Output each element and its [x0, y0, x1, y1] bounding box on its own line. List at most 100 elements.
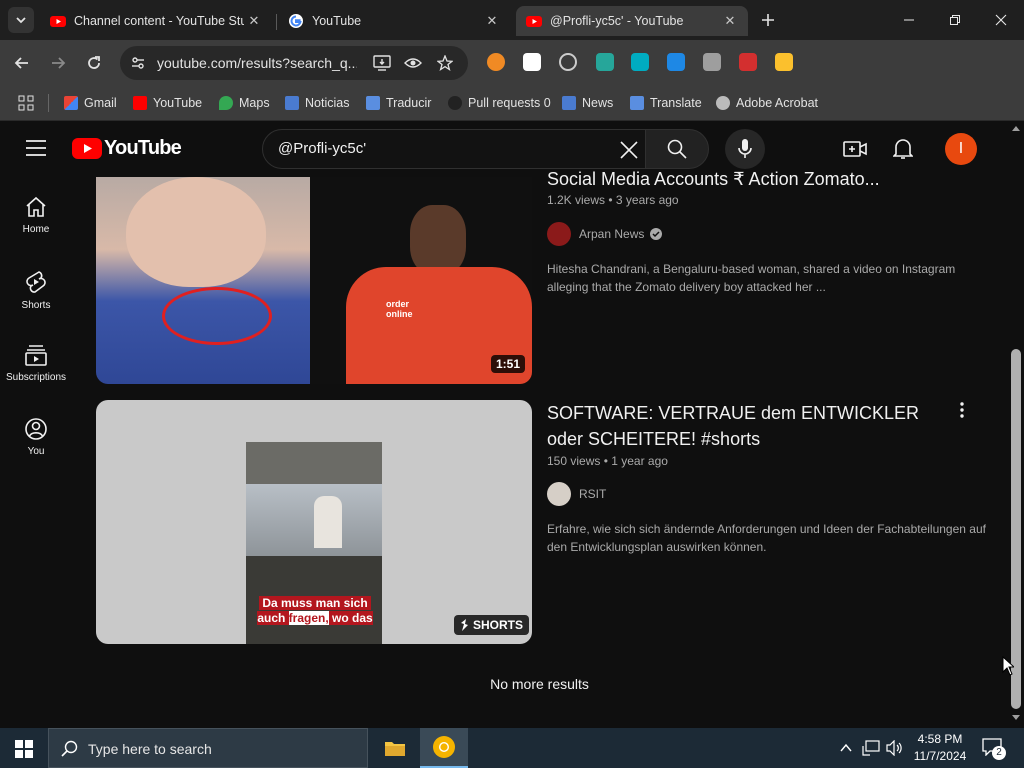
video-title[interactable]: SOFTWARE: VERTRAUE dem ENTWICKLER oder S…	[547, 400, 947, 452]
file-explorer-icon	[385, 742, 405, 756]
reload-button[interactable]	[80, 49, 108, 77]
end-of-results-text: No more results	[490, 676, 589, 692]
chrome-canary-icon	[433, 736, 455, 758]
voice-search-button[interactable]	[725, 129, 765, 169]
channel-name: RSIT	[579, 487, 607, 501]
taskbar-search-box[interactable]: Type here to search	[48, 728, 368, 768]
maps-pin-icon	[219, 96, 233, 110]
channel-link[interactable]: RSIT	[547, 482, 606, 506]
eye-icon[interactable]	[404, 55, 422, 71]
tab-title: Channel content - YouTube Stu	[74, 14, 244, 28]
create-video-icon[interactable]	[843, 138, 867, 160]
extension-icon[interactable]	[631, 53, 649, 71]
video-description: Erfahre, wie sich sich ändernde Anforder…	[547, 522, 986, 554]
scrollbar-thumb[interactable]	[1011, 349, 1021, 709]
sidebar-label: You	[27, 446, 45, 457]
taskbar-chrome-canary[interactable]	[420, 728, 468, 768]
bookmark-label: Noticias	[305, 96, 350, 110]
sidebar-item-you[interactable]: You	[0, 418, 72, 488]
forward-button[interactable]	[44, 49, 72, 77]
extension-icon[interactable]	[775, 53, 793, 71]
tab-close-icon[interactable]: ✕	[720, 13, 740, 29]
sidebar-item-shorts[interactable]: Shorts	[0, 270, 72, 340]
arrow-right-icon	[52, 57, 66, 69]
hamburger-menu-icon[interactable]	[26, 140, 46, 156]
network-icon[interactable]	[862, 740, 880, 756]
site-settings-icon[interactable]	[130, 55, 146, 71]
search-input[interactable]: @Profli-yc5c'	[278, 140, 366, 157]
address-bar[interactable]: youtube.com/results?search_q...	[120, 46, 468, 80]
scroll-up-arrow-icon[interactable]	[1011, 124, 1021, 132]
install-app-icon[interactable]	[373, 55, 391, 71]
bookmark-label: YouTube	[153, 96, 203, 110]
bookmark-youtube[interactable]: YouTube	[133, 93, 202, 113]
youtube-icon	[133, 96, 147, 110]
bookmark-label: Translate	[650, 96, 702, 110]
bookmark-news[interactable]: News	[562, 93, 613, 113]
bookmark-maps[interactable]: Maps	[219, 93, 270, 113]
sidebar-item-subscriptions[interactable]: Subscriptions	[0, 344, 72, 414]
bookmark-noticias[interactable]: Noticias	[285, 93, 349, 113]
video-title[interactable]: Social Media Accounts ₹ Action Zomato...	[547, 166, 987, 192]
volume-icon[interactable]	[886, 740, 904, 756]
bookmark-translate[interactable]: Translate	[630, 93, 702, 113]
search-box[interactable]: @Profli-yc5c'	[262, 129, 646, 169]
bookmark-label: Pull requests 0	[468, 96, 551, 110]
browser-tab[interactable]: YouTube ✕	[278, 6, 510, 36]
tab-search-button[interactable]	[8, 7, 34, 33]
you-icon	[25, 418, 47, 440]
extension-icon[interactable]	[559, 53, 577, 71]
bookmark-label: Maps	[239, 96, 270, 110]
bookmark-traducir[interactable]: Traducir	[366, 93, 431, 113]
bookmark-gmail[interactable]: Gmail	[64, 93, 117, 113]
video-thumbnail[interactable]: order online 1:51	[96, 177, 532, 384]
gmail-icon	[64, 96, 78, 110]
browser-tab[interactable]: Channel content - YouTube Stu ✕	[40, 6, 272, 36]
more-actions-icon[interactable]	[958, 402, 966, 418]
clock-date: 11/7/2024	[913, 749, 967, 763]
close-window-button[interactable]	[978, 0, 1024, 40]
minimize-button[interactable]	[886, 0, 932, 40]
browser-tab-active[interactable]: @Profli-yc5c' - YouTube ✕	[516, 6, 748, 36]
bookmark-label: Traducir	[386, 96, 432, 110]
extension-icon[interactable]	[667, 53, 685, 71]
extension-icon[interactable]	[487, 53, 505, 71]
channel-name: Arpan News	[579, 227, 645, 241]
apps-grid-icon[interactable]	[18, 95, 34, 111]
extension-icon[interactable]	[739, 53, 757, 71]
back-button[interactable]	[8, 49, 36, 77]
extension-icon[interactable]	[523, 53, 541, 71]
new-tab-button[interactable]	[756, 8, 780, 32]
sidebar-item-home[interactable]: Home	[0, 196, 72, 266]
video-meta: 150 views • 1 year ago	[547, 454, 668, 468]
account-avatar[interactable]: I	[945, 133, 977, 165]
search-button[interactable]	[645, 129, 709, 169]
tab-close-icon[interactable]: ✕	[482, 13, 502, 29]
microphone-icon	[738, 139, 752, 158]
taskbar-file-explorer[interactable]	[374, 728, 416, 768]
tab-close-icon[interactable]: ✕	[244, 13, 264, 29]
github-icon	[448, 96, 462, 110]
action-center-button[interactable]: 2	[982, 738, 1006, 761]
clear-search-icon[interactable]	[620, 141, 638, 159]
avatar-letter: I	[958, 140, 964, 157]
restore-button[interactable]	[932, 0, 978, 40]
bookmark-adobe-acrobat[interactable]: Adobe Acrobat	[716, 93, 818, 113]
search-icon	[61, 740, 78, 757]
scroll-down-arrow-icon[interactable]	[1011, 714, 1021, 722]
show-hidden-icons-chevron-icon[interactable]	[840, 743, 852, 753]
reload-icon	[88, 56, 100, 69]
taskbar-clock[interactable]: 4:58 PM 11/7/2024	[910, 731, 970, 765]
shorts-thumbnail[interactable]: Da muss man sich auch fragen, wo das SHO…	[96, 400, 532, 644]
windows-start-icon[interactable]	[15, 740, 33, 758]
home-icon	[26, 196, 46, 217]
extension-icon[interactable]	[703, 53, 721, 71]
thumbnail-circle-highlight	[162, 287, 272, 345]
extension-icon[interactable]	[596, 53, 614, 71]
close-icon	[995, 14, 1007, 26]
notifications-bell-icon[interactable]	[893, 138, 913, 160]
channel-link[interactable]: Arpan News	[547, 222, 663, 246]
youtube-logo[interactable]: YouTube	[72, 137, 182, 160]
bookmark-pull-requests[interactable]: Pull requests 0	[448, 93, 551, 113]
bookmark-star-icon[interactable]	[437, 55, 453, 71]
